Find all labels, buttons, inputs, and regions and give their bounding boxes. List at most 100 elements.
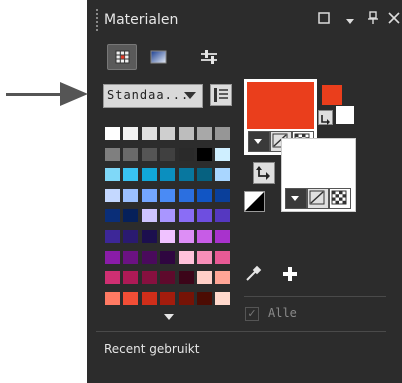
- color-swatch[interactable]: [214, 249, 232, 265]
- color-swatch[interactable]: [214, 146, 232, 162]
- chevron-down-icon: [184, 92, 196, 99]
- menu-dropdown-icon[interactable]: [345, 15, 355, 29]
- color-swatch[interactable]: [159, 146, 177, 162]
- divider: [96, 331, 386, 332]
- swap-small-button[interactable]: [318, 110, 333, 125]
- color-swatch[interactable]: [196, 167, 213, 183]
- color-swatch[interactable]: [196, 229, 213, 244]
- color-swatch[interactable]: [214, 229, 232, 244]
- color-swatch[interactable]: [122, 167, 140, 183]
- color-swatch[interactable]: [104, 290, 121, 306]
- color-swatch[interactable]: [104, 146, 121, 162]
- color-swatch[interactable]: [196, 187, 213, 203]
- color-swatch[interactable]: [104, 229, 121, 244]
- palette-options-button[interactable]: [210, 84, 232, 106]
- bg-pattern-style-button[interactable]: [329, 188, 351, 209]
- color-swatch[interactable]: [140, 126, 158, 141]
- color-swatch[interactable]: [122, 249, 140, 265]
- color-swatch[interactable]: [140, 187, 158, 203]
- color-swatch[interactable]: [177, 187, 195, 203]
- recent-used-heading: Recent gebruikt: [104, 342, 200, 356]
- color-swatch[interactable]: [214, 270, 232, 286]
- color-swatch[interactable]: [140, 208, 158, 224]
- color-swatch[interactable]: [159, 290, 177, 306]
- color-swatch[interactable]: [196, 249, 213, 265]
- background-color-well[interactable]: [285, 141, 353, 186]
- swatches-tab[interactable]: [107, 44, 137, 70]
- reset-black-white-button[interactable]: [244, 191, 265, 212]
- color-swatch[interactable]: [122, 146, 140, 162]
- bg-gradient-style-button[interactable]: [307, 188, 329, 209]
- solid-icon: [254, 139, 262, 144]
- color-swatch[interactable]: [104, 208, 121, 224]
- alle-checkbox[interactable]: ✓: [245, 307, 259, 321]
- color-swatch[interactable]: [196, 290, 213, 306]
- color-swatch[interactable]: [159, 167, 177, 183]
- color-swatch[interactable]: [104, 187, 121, 203]
- color-swatch[interactable]: [177, 270, 195, 286]
- color-swatch[interactable]: [177, 208, 195, 224]
- color-swatch[interactable]: [159, 208, 177, 224]
- color-swatch[interactable]: [104, 126, 121, 141]
- color-swatch[interactable]: [177, 249, 195, 265]
- color-swatch[interactable]: [214, 290, 232, 306]
- color-swatch[interactable]: [177, 126, 195, 141]
- color-swatch[interactable]: [122, 290, 140, 306]
- color-swatch[interactable]: [104, 167, 121, 183]
- color-swatch[interactable]: [140, 249, 158, 265]
- background-style-buttons: [284, 187, 352, 210]
- callout-arrow-icon: [60, 82, 88, 106]
- color-swatch[interactable]: [196, 146, 213, 162]
- color-swatch[interactable]: [140, 290, 158, 306]
- color-swatch[interactable]: [159, 229, 177, 244]
- color-swatch[interactable]: [122, 270, 140, 286]
- swatch-grid: [104, 126, 233, 312]
- color-swatch[interactable]: [122, 208, 140, 224]
- color-swatch[interactable]: [177, 167, 195, 183]
- pin-icon[interactable]: [367, 11, 379, 28]
- color-swatch[interactable]: [196, 126, 213, 141]
- color-swatch[interactable]: [159, 270, 177, 286]
- color-swatch[interactable]: [159, 187, 177, 203]
- color-swatch[interactable]: [140, 146, 158, 162]
- color-swatch[interactable]: [159, 126, 177, 141]
- bg-solid-style-button[interactable]: [285, 188, 307, 209]
- adjust-tab[interactable]: [194, 44, 224, 70]
- color-swatch[interactable]: [214, 126, 232, 141]
- palette-dropdown-value: Standaa...: [107, 88, 190, 102]
- maximize-icon[interactable]: [318, 12, 330, 27]
- titlebar-grip[interactable]: [96, 9, 98, 33]
- color-swatch[interactable]: [104, 249, 121, 265]
- color-swatch[interactable]: [122, 126, 140, 141]
- close-icon[interactable]: [388, 12, 400, 27]
- color-swatch[interactable]: [214, 187, 232, 203]
- color-swatch[interactable]: [140, 229, 158, 244]
- swatch-scroll-down-icon[interactable]: [164, 314, 174, 320]
- color-swatch[interactable]: [196, 208, 213, 224]
- add-swatch-icon[interactable]: [281, 265, 299, 283]
- panel-title: Materialen: [104, 12, 179, 28]
- color-swatch[interactable]: [214, 208, 232, 224]
- foreground-color-well[interactable]: [247, 82, 314, 129]
- color-swatch[interactable]: [104, 270, 121, 286]
- small-background-swatch[interactable]: [336, 106, 354, 124]
- color-swatch[interactable]: [177, 146, 195, 162]
- eyedropper-icon[interactable]: [244, 265, 262, 283]
- gradient-icon: [150, 50, 167, 64]
- solid-style-button[interactable]: [248, 131, 270, 152]
- color-swatch[interactable]: [140, 270, 158, 286]
- color-swatch[interactable]: [196, 270, 213, 286]
- alle-label: Alle: [268, 306, 297, 320]
- color-swatch[interactable]: [140, 167, 158, 183]
- color-swatch[interactable]: [122, 229, 140, 244]
- color-swatch[interactable]: [214, 167, 232, 183]
- color-swatch[interactable]: [122, 187, 140, 203]
- color-swatch[interactable]: [159, 249, 177, 265]
- swap-arrow-icon: [256, 166, 270, 180]
- gradient-tab[interactable]: [143, 44, 173, 70]
- swap-colors-button[interactable]: [253, 162, 275, 184]
- color-swatch[interactable]: [177, 290, 195, 306]
- small-foreground-swatch[interactable]: [322, 85, 342, 105]
- sliders-icon: [201, 50, 217, 64]
- color-swatch[interactable]: [177, 229, 195, 244]
